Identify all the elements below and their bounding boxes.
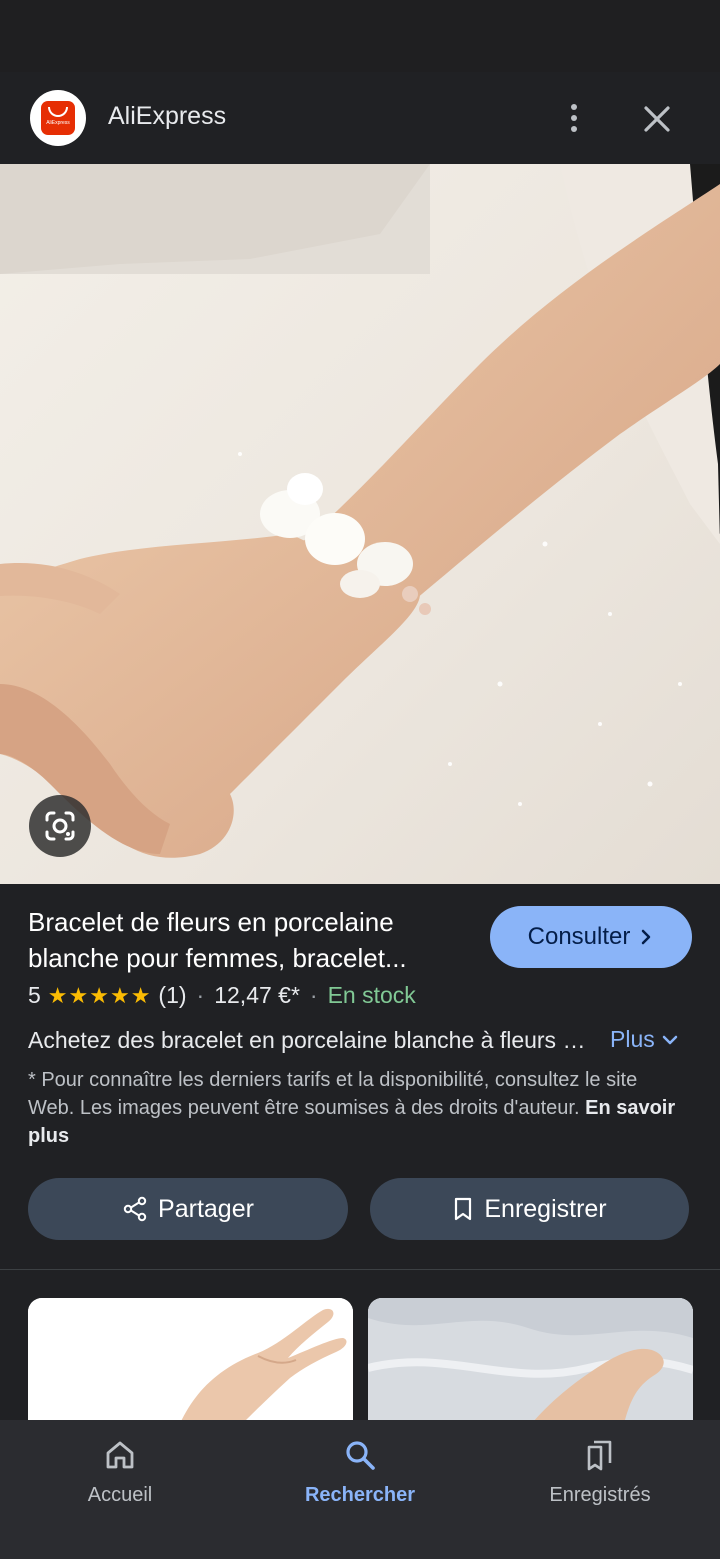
nav-search-label: Rechercher [304, 1484, 416, 1506]
google-lens-button[interactable] [29, 795, 91, 857]
bottom-navigation: Accueil Rechercher Enregistrés [0, 1420, 720, 1559]
saved-collections-icon [587, 1440, 612, 1471]
related-image-thumbnail[interactable] [28, 1298, 353, 1428]
save-button[interactable]: Enregistrer [370, 1178, 689, 1240]
nav-saved-label: Enregistrés [549, 1484, 651, 1506]
consult-button-label: Consulter [527, 923, 631, 950]
share-button[interactable]: Partager [28, 1178, 348, 1240]
rating-value: 5 [28, 982, 41, 1008]
disclaimer-text: * Pour connaître les derniers tarifs et … [28, 1066, 678, 1150]
product-image[interactable] [0, 164, 720, 884]
share-label: Partager [158, 1194, 254, 1223]
source-header: AliExpress AliExpress [0, 72, 720, 164]
product-description: Achetez des bracelet en porcelaine blanc… [28, 1027, 588, 1053]
chevron-right-icon [642, 929, 651, 945]
availability-status: En stock [327, 982, 416, 1008]
home-icon [106, 1441, 134, 1469]
aliexpress-logo[interactable]: AliExpress [30, 90, 86, 146]
separator-dot: · [196, 982, 205, 1008]
status-bar [0, 0, 720, 72]
bookmark-icon [455, 1197, 472, 1221]
related-image-hand [28, 1298, 353, 1428]
source-name[interactable]: AliExpress [108, 102, 226, 131]
nav-home-label: Accueil [87, 1484, 153, 1506]
more-button[interactable]: Plus [610, 1026, 679, 1053]
rating-row: 5 ★★★★★ (1) · 12,47 €* · En stock [28, 982, 416, 1009]
star-rating-icon: ★★★★★ [47, 982, 152, 1008]
nav-search[interactable]: Rechercher [240, 1420, 480, 1559]
save-label: Enregistrer [484, 1194, 607, 1223]
more-options-icon[interactable] [554, 96, 594, 140]
more-label: Plus [610, 1026, 655, 1052]
related-image-thumbnail[interactable] [368, 1298, 693, 1428]
chevron-down-icon [662, 1035, 677, 1044]
share-icon [123, 1196, 147, 1222]
related-image-veil [368, 1298, 693, 1428]
lens-icon [45, 811, 75, 841]
nav-home[interactable]: Accueil [0, 1420, 240, 1559]
product-title[interactable]: Bracelet de fleurs en porcelaine blanche… [28, 904, 468, 976]
separator-dot: · [309, 982, 318, 1008]
consult-button[interactable]: Consulter [490, 906, 692, 968]
price: 12,47 €* [214, 982, 300, 1008]
divider [0, 1269, 720, 1270]
review-count: (1) [158, 982, 187, 1008]
shopping-bag-icon: AliExpress [41, 101, 75, 135]
disclaimer-body: * Pour connaître les derniers tarifs et … [28, 1069, 638, 1119]
bracelet-photo [0, 164, 720, 884]
nav-saved[interactable]: Enregistrés [480, 1420, 720, 1559]
search-icon [346, 1441, 375, 1470]
close-icon[interactable] [636, 98, 678, 140]
